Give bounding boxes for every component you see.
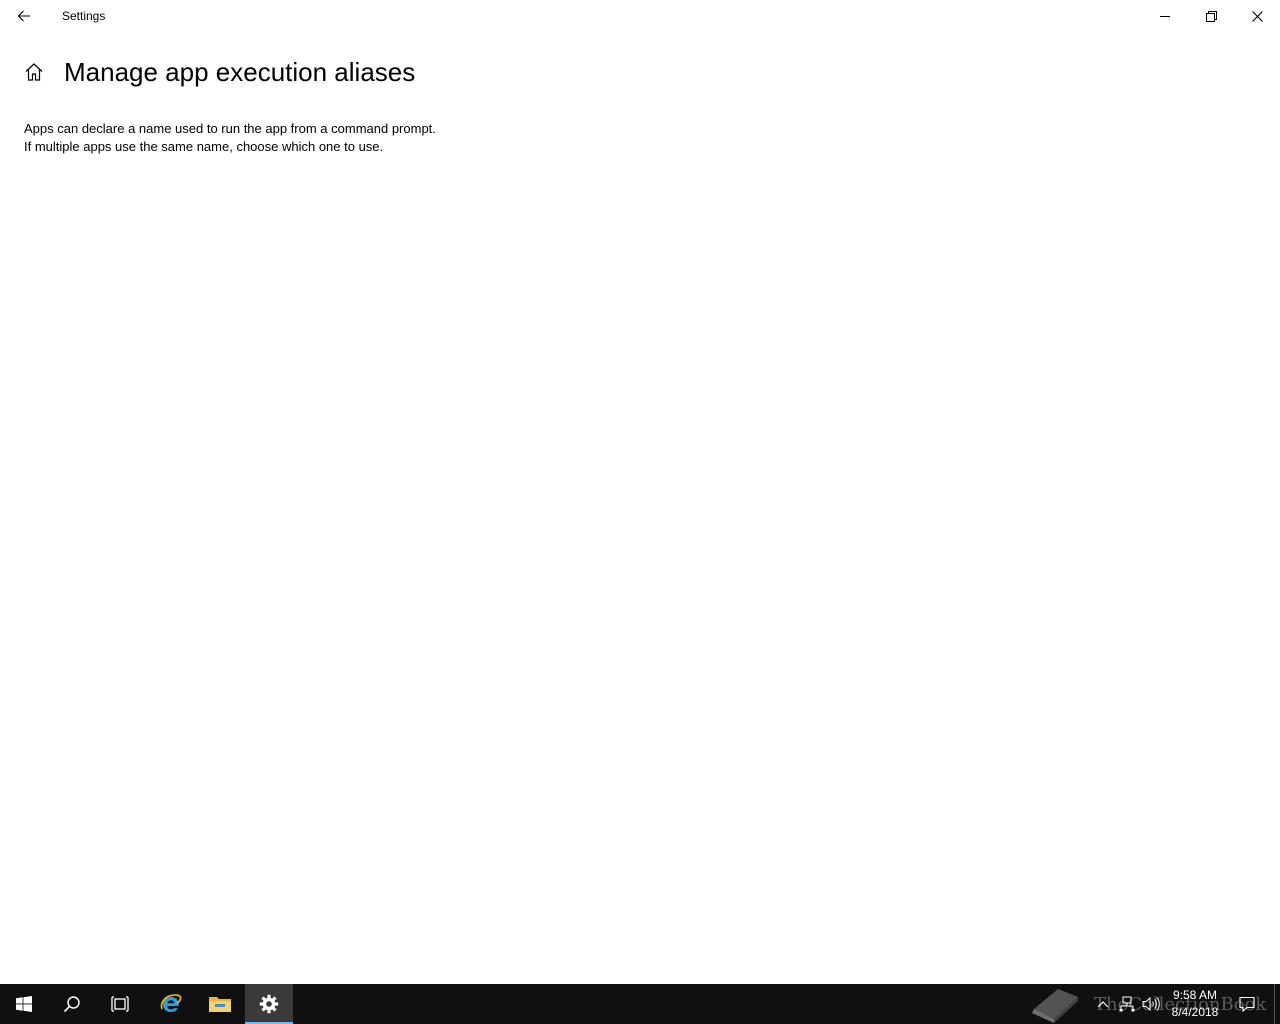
gear-icon	[259, 994, 279, 1014]
back-button[interactable]	[0, 0, 48, 32]
title-bar: Settings	[0, 0, 1280, 32]
internet-explorer-button[interactable]	[147, 984, 195, 1024]
clock-time: 9:58 AM	[1172, 988, 1218, 1002]
close-button[interactable]	[1234, 0, 1280, 32]
description-line-1: Apps can declare a name used to run the …	[24, 121, 436, 136]
window-title: Settings	[62, 9, 106, 23]
settings-taskbar-button[interactable]	[245, 984, 293, 1024]
restore-button[interactable]	[1188, 0, 1234, 32]
show-desktop-button[interactable]	[1274, 984, 1280, 1024]
start-button[interactable]	[0, 984, 48, 1024]
close-icon	[1251, 10, 1263, 22]
description-line-2: If multiple apps use the same name, choo…	[24, 139, 384, 154]
volume-button[interactable]	[1140, 984, 1162, 1024]
task-view-icon	[111, 996, 129, 1012]
volume-icon	[1142, 996, 1160, 1012]
clock-date: 8/4/2018	[1171, 1005, 1219, 1019]
settings-window: Settings Manage app execution aliases Ap…	[0, 0, 1280, 984]
home-icon	[25, 63, 43, 81]
show-hidden-icons-button[interactable]	[1092, 984, 1114, 1024]
taskbar: TheCollectionBook 9:58 AM 8/4/2018	[0, 984, 1280, 1024]
search-button[interactable]	[48, 984, 96, 1024]
task-view-button[interactable]	[96, 984, 144, 1024]
chevron-up-icon	[1097, 1001, 1109, 1008]
internet-explorer-icon	[160, 994, 182, 1012]
notification-icon	[1239, 996, 1255, 1012]
network-button[interactable]	[1116, 984, 1138, 1024]
arrow-left-icon	[17, 10, 30, 22]
taskbar-clock[interactable]: 9:58 AM 8/4/2018	[1164, 987, 1226, 1023]
file-explorer-button[interactable]	[196, 984, 244, 1024]
folder-icon	[209, 997, 231, 1012]
restore-icon	[1205, 10, 1217, 22]
page-title: Manage app execution aliases	[64, 57, 416, 87]
book-icon	[1032, 989, 1078, 1023]
page-description: Apps can declare a name used to run the …	[24, 120, 436, 156]
action-center-button[interactable]	[1230, 984, 1264, 1024]
home-button[interactable]	[22, 60, 46, 84]
windows-logo-icon	[16, 996, 32, 1012]
minimize-icon	[1160, 16, 1170, 17]
search-icon	[63, 996, 80, 1013]
network-icon	[1119, 996, 1135, 1012]
minimize-button[interactable]	[1142, 0, 1188, 32]
